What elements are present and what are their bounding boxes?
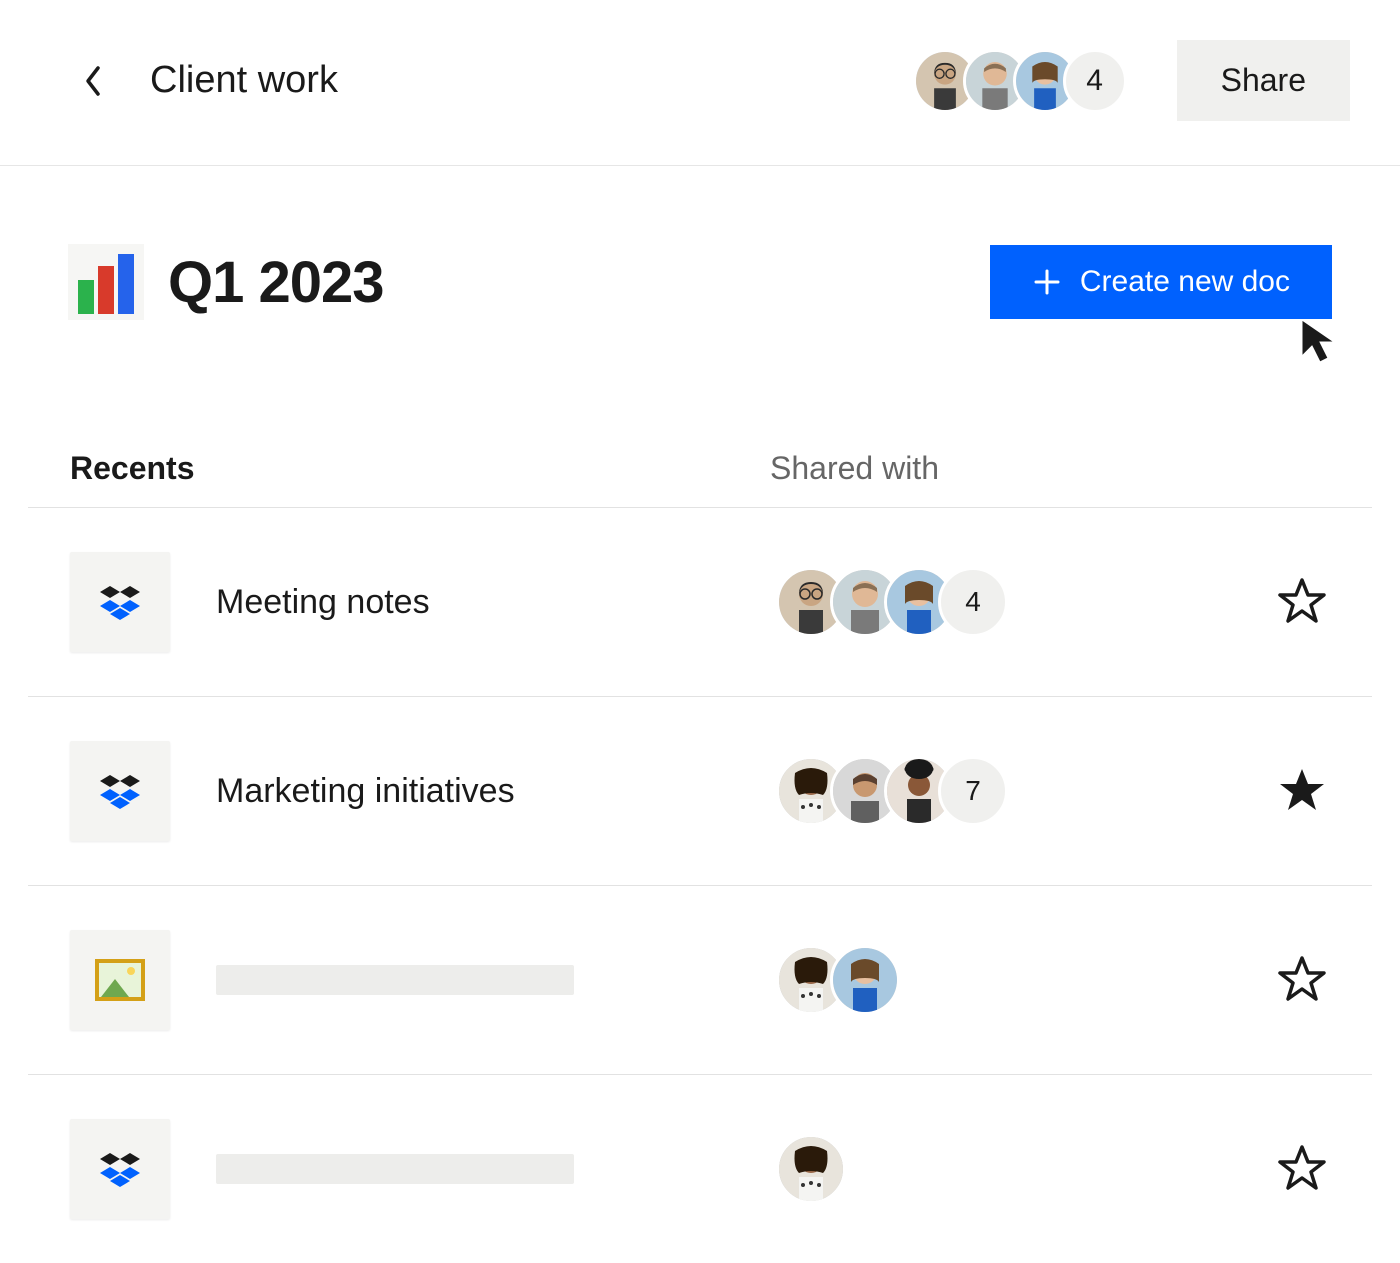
content: Q1 2023 Create new doc Recents Shared wi…	[0, 166, 1400, 1263]
back-button[interactable]	[70, 59, 114, 103]
star-outline-icon	[1278, 578, 1326, 626]
shared-with-avatars[interactable]: 7	[776, 756, 1274, 826]
doc-name	[216, 1154, 776, 1184]
header: Client work 4 Share	[0, 0, 1400, 166]
document-list: Meeting notes 4 Marketing initiatives 7	[28, 508, 1372, 1263]
create-button-label: Create new doc	[1080, 265, 1290, 299]
folder-title-row: Q1 2023 Create new doc	[28, 166, 1372, 340]
avatar-overflow-count: 7	[938, 756, 1008, 826]
list-item[interactable]	[28, 886, 1372, 1075]
column-header-shared-with: Shared with	[770, 450, 939, 487]
favorite-toggle[interactable]	[1274, 574, 1330, 630]
star-outline-icon	[1278, 956, 1326, 1004]
doc-name	[216, 965, 776, 995]
shared-with-avatars[interactable]: 4	[776, 567, 1274, 637]
breadcrumb[interactable]: Client work	[150, 59, 913, 102]
shared-with-avatars[interactable]	[776, 1134, 1274, 1204]
create-new-doc-button[interactable]: Create new doc	[990, 245, 1332, 319]
star-outline-icon	[1278, 1145, 1326, 1193]
share-button[interactable]: Share	[1177, 40, 1350, 121]
avatar	[830, 945, 900, 1015]
favorite-toggle[interactable]	[1274, 952, 1330, 1008]
doc-name: Marketing initiatives	[216, 772, 776, 811]
avatar-overflow-count: 4	[938, 567, 1008, 637]
list-item[interactable]: Marketing initiatives 7	[28, 697, 1372, 886]
list-header: Recents Shared with	[28, 340, 1372, 508]
avatar	[776, 1134, 846, 1204]
bar-chart-icon	[68, 244, 144, 320]
shared-with-avatars[interactable]	[776, 945, 1274, 1015]
favorite-toggle[interactable]	[1274, 763, 1330, 819]
list-item[interactable]	[28, 1075, 1372, 1263]
plus-icon	[1032, 267, 1062, 297]
folder-title: Q1 2023	[168, 249, 384, 316]
avatar-overflow-count: 4	[1063, 49, 1127, 113]
doc-name: Meeting notes	[216, 583, 776, 622]
placeholder-bar	[216, 1154, 574, 1184]
dropbox-doc-icon	[70, 1119, 170, 1219]
header-avatar-stack[interactable]: 4	[913, 49, 1127, 113]
list-item[interactable]: Meeting notes 4	[28, 508, 1372, 697]
image-file-icon	[70, 930, 170, 1030]
star-filled-icon	[1278, 767, 1326, 815]
favorite-toggle[interactable]	[1274, 1141, 1330, 1197]
column-header-recents: Recents	[70, 450, 770, 487]
placeholder-bar	[216, 965, 574, 995]
dropbox-doc-icon	[70, 552, 170, 652]
dropbox-doc-icon	[70, 741, 170, 841]
chevron-left-icon	[82, 64, 102, 98]
